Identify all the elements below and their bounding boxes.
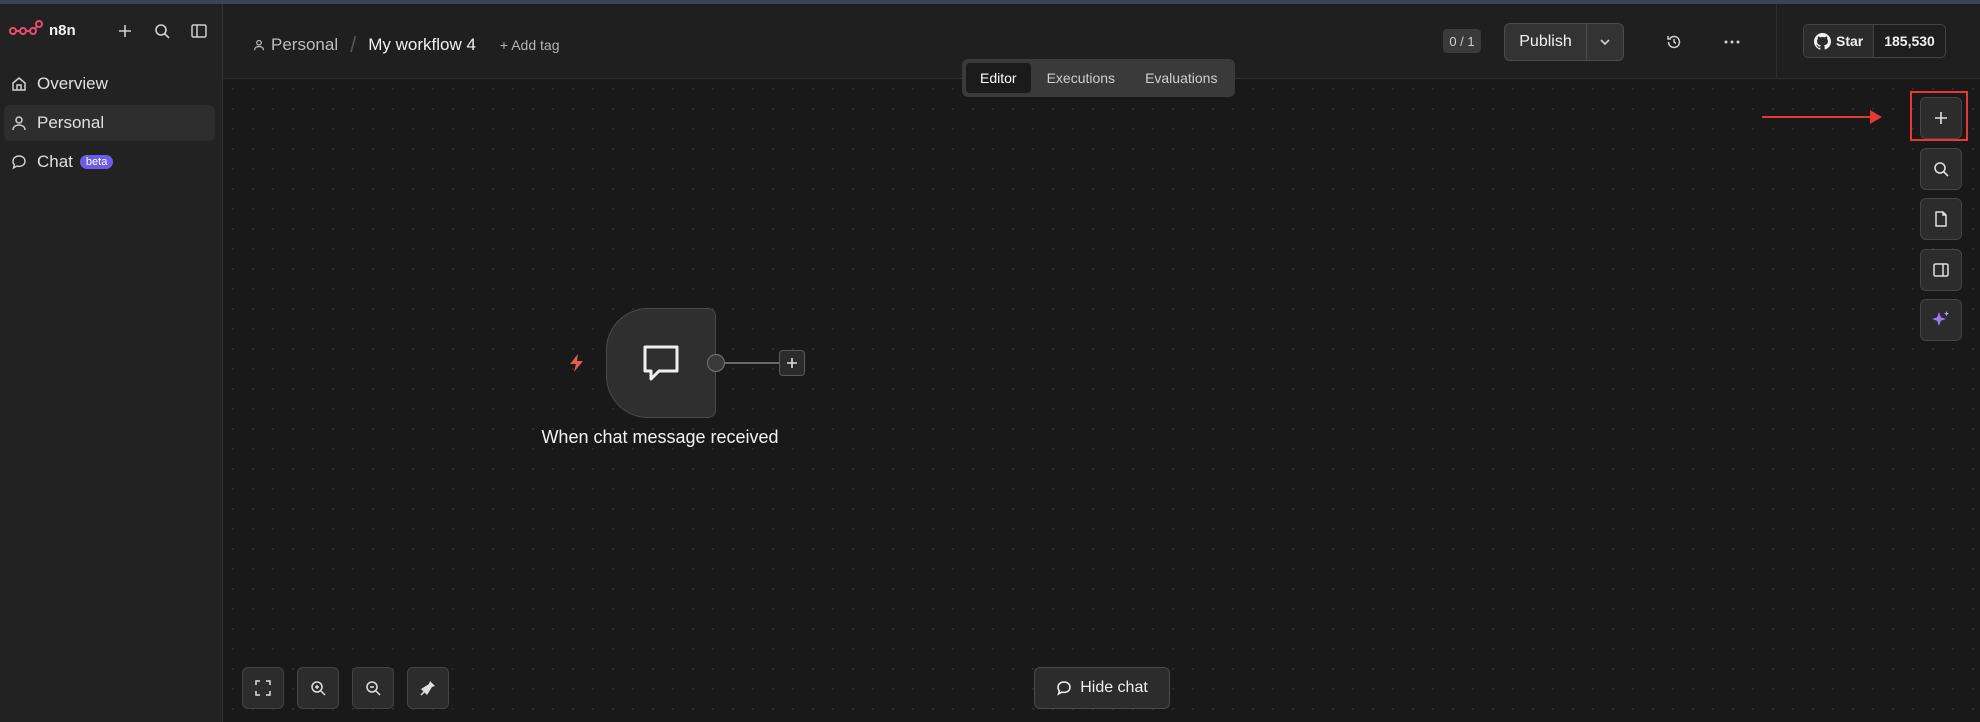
more-horizontal-icon xyxy=(1724,40,1740,44)
github-icon xyxy=(1814,32,1831,50)
chevron-down-icon xyxy=(1600,39,1610,46)
chat-bubble-icon xyxy=(643,345,679,381)
sidebar-item-label: Personal xyxy=(37,113,105,132)
sidebar-item-label: Chat xyxy=(37,152,73,171)
chat-bubble-icon xyxy=(1057,681,1071,696)
ai-assistant-button[interactable] xyxy=(1920,299,1962,341)
search-button[interactable] xyxy=(150,19,174,43)
chat-trigger-node[interactable] xyxy=(606,308,716,418)
panel-icon xyxy=(1933,263,1949,277)
github-star-widget: Star 185,530 xyxy=(1803,24,1946,58)
sidebar: n8n Overview Personal Chat beta xyxy=(0,4,223,722)
annotation-arrow-head xyxy=(1870,110,1882,124)
zoom-in-button[interactable] xyxy=(297,667,339,709)
breadcrumb-project[interactable]: Personal xyxy=(253,35,338,55)
user-icon xyxy=(12,116,26,131)
sidebar-item-personal[interactable]: Personal xyxy=(4,105,215,141)
hide-chat-label: Hide chat xyxy=(1080,679,1148,696)
sidebar-item-chat[interactable]: Chat beta xyxy=(4,144,215,180)
breadcrumb-project-label: Personal xyxy=(271,35,339,54)
add-sticky-note-button[interactable] xyxy=(1920,198,1962,240)
sidebar-toggle-button[interactable] xyxy=(187,19,211,43)
zoom-out-icon xyxy=(366,681,381,696)
search-icon xyxy=(1934,162,1949,177)
tidy-up-button[interactable] xyxy=(407,667,449,709)
home-icon xyxy=(12,77,26,91)
more-options-button[interactable] xyxy=(1721,31,1743,53)
lightning-icon xyxy=(570,354,583,372)
header-divider xyxy=(1776,4,1777,78)
view-tabs: Editor Executions Evaluations xyxy=(962,59,1236,97)
active-workflow-counter: 0 / 1 xyxy=(1443,29,1481,53)
trigger-indicator xyxy=(568,353,586,378)
sidebar-item-overview[interactable]: Overview xyxy=(4,66,215,102)
workflow-canvas[interactable] xyxy=(223,79,1980,722)
node-label: When chat message received xyxy=(541,427,779,447)
create-button[interactable] xyxy=(113,19,137,43)
search-icon xyxy=(155,24,170,39)
history-icon xyxy=(1667,35,1681,49)
add-tag-button[interactable]: + Add tag xyxy=(500,37,560,53)
breadcrumb-separator: / xyxy=(350,32,357,57)
publish-button[interactable]: Publish xyxy=(1505,24,1587,60)
tab-editor[interactable]: Editor xyxy=(966,63,1031,93)
publish-split-button: Publish xyxy=(1504,23,1624,61)
beta-badge: beta xyxy=(79,155,114,169)
toggle-panel-button[interactable] xyxy=(1920,249,1962,291)
tab-evaluations[interactable]: Evaluations xyxy=(1131,63,1231,93)
github-star-label: Star xyxy=(1836,33,1864,49)
fit-view-button[interactable] xyxy=(242,667,284,709)
plus-icon xyxy=(787,358,797,368)
app-logo[interactable]: n8n xyxy=(9,20,76,40)
ai-sparkle-icon xyxy=(1932,311,1950,326)
sidebar-actions xyxy=(113,19,211,43)
zoom-out-button[interactable] xyxy=(352,667,394,709)
sidebar-toggle-icon xyxy=(191,24,207,38)
app-name: n8n xyxy=(49,21,76,39)
hide-chat-button[interactable]: Hide chat xyxy=(1034,667,1170,709)
annotation-arrow-line xyxy=(1762,116,1872,118)
node-output-handle[interactable] xyxy=(707,354,725,372)
tab-executions[interactable]: Executions xyxy=(1033,63,1129,93)
workflow-title[interactable]: My workflow 4 xyxy=(368,35,476,55)
sidebar-nav: Overview Personal Chat beta xyxy=(0,66,222,183)
fit-view-icon xyxy=(255,680,271,696)
plus-icon xyxy=(1935,112,1947,124)
add-node-button[interactable] xyxy=(1920,97,1962,139)
zoom-in-icon xyxy=(311,681,326,696)
n8n-logo-icon xyxy=(9,20,43,35)
plus-icon xyxy=(119,25,131,37)
tidy-up-icon xyxy=(420,681,435,696)
chat-bubble-icon xyxy=(12,155,26,170)
github-star-count[interactable]: 185,530 xyxy=(1874,25,1945,57)
search-nodes-button[interactable] xyxy=(1920,148,1962,190)
node-connector-line xyxy=(724,362,780,364)
sidebar-item-label: Overview xyxy=(37,74,108,93)
sticky-note-icon xyxy=(1935,211,1947,227)
breadcrumb: Personal / My workflow 4 + Add tag xyxy=(253,32,559,58)
history-button[interactable] xyxy=(1663,31,1685,53)
github-star-button[interactable]: Star xyxy=(1804,25,1875,57)
user-icon xyxy=(253,39,265,51)
publish-options-button[interactable] xyxy=(1587,24,1623,60)
add-next-node-button[interactable] xyxy=(779,350,805,376)
